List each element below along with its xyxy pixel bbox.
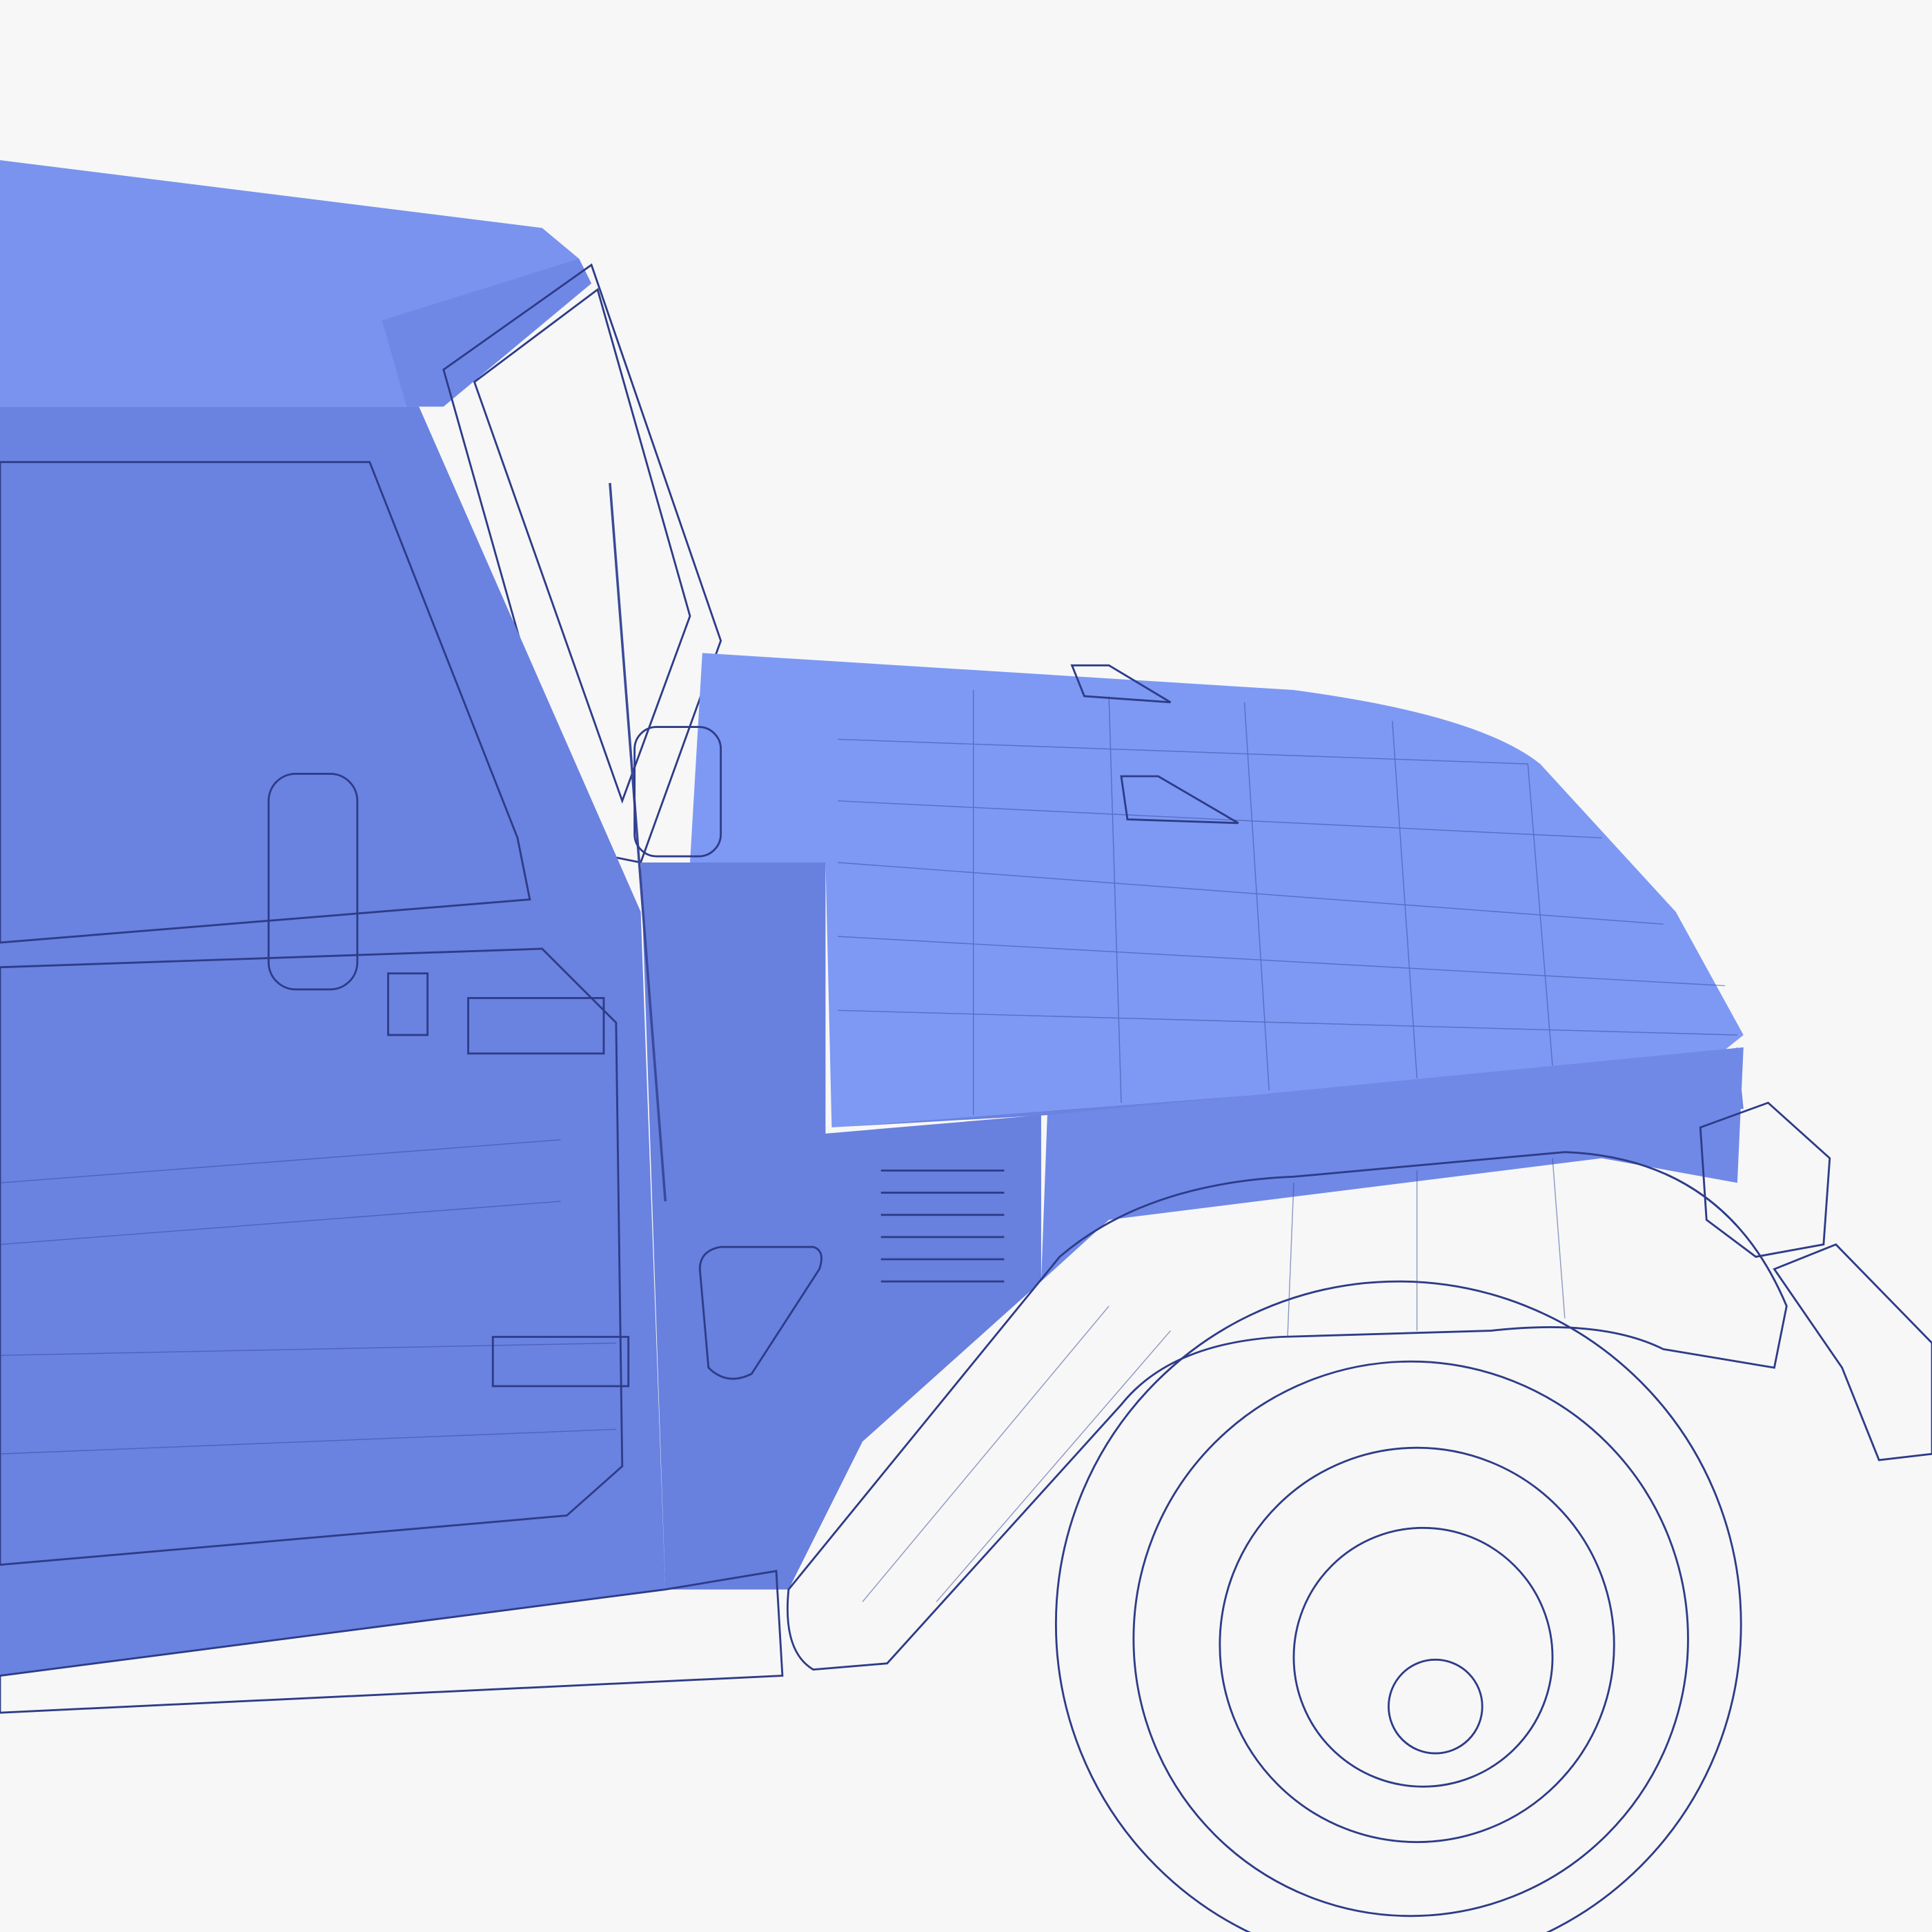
vehicle-render <box>0 0 1932 1932</box>
